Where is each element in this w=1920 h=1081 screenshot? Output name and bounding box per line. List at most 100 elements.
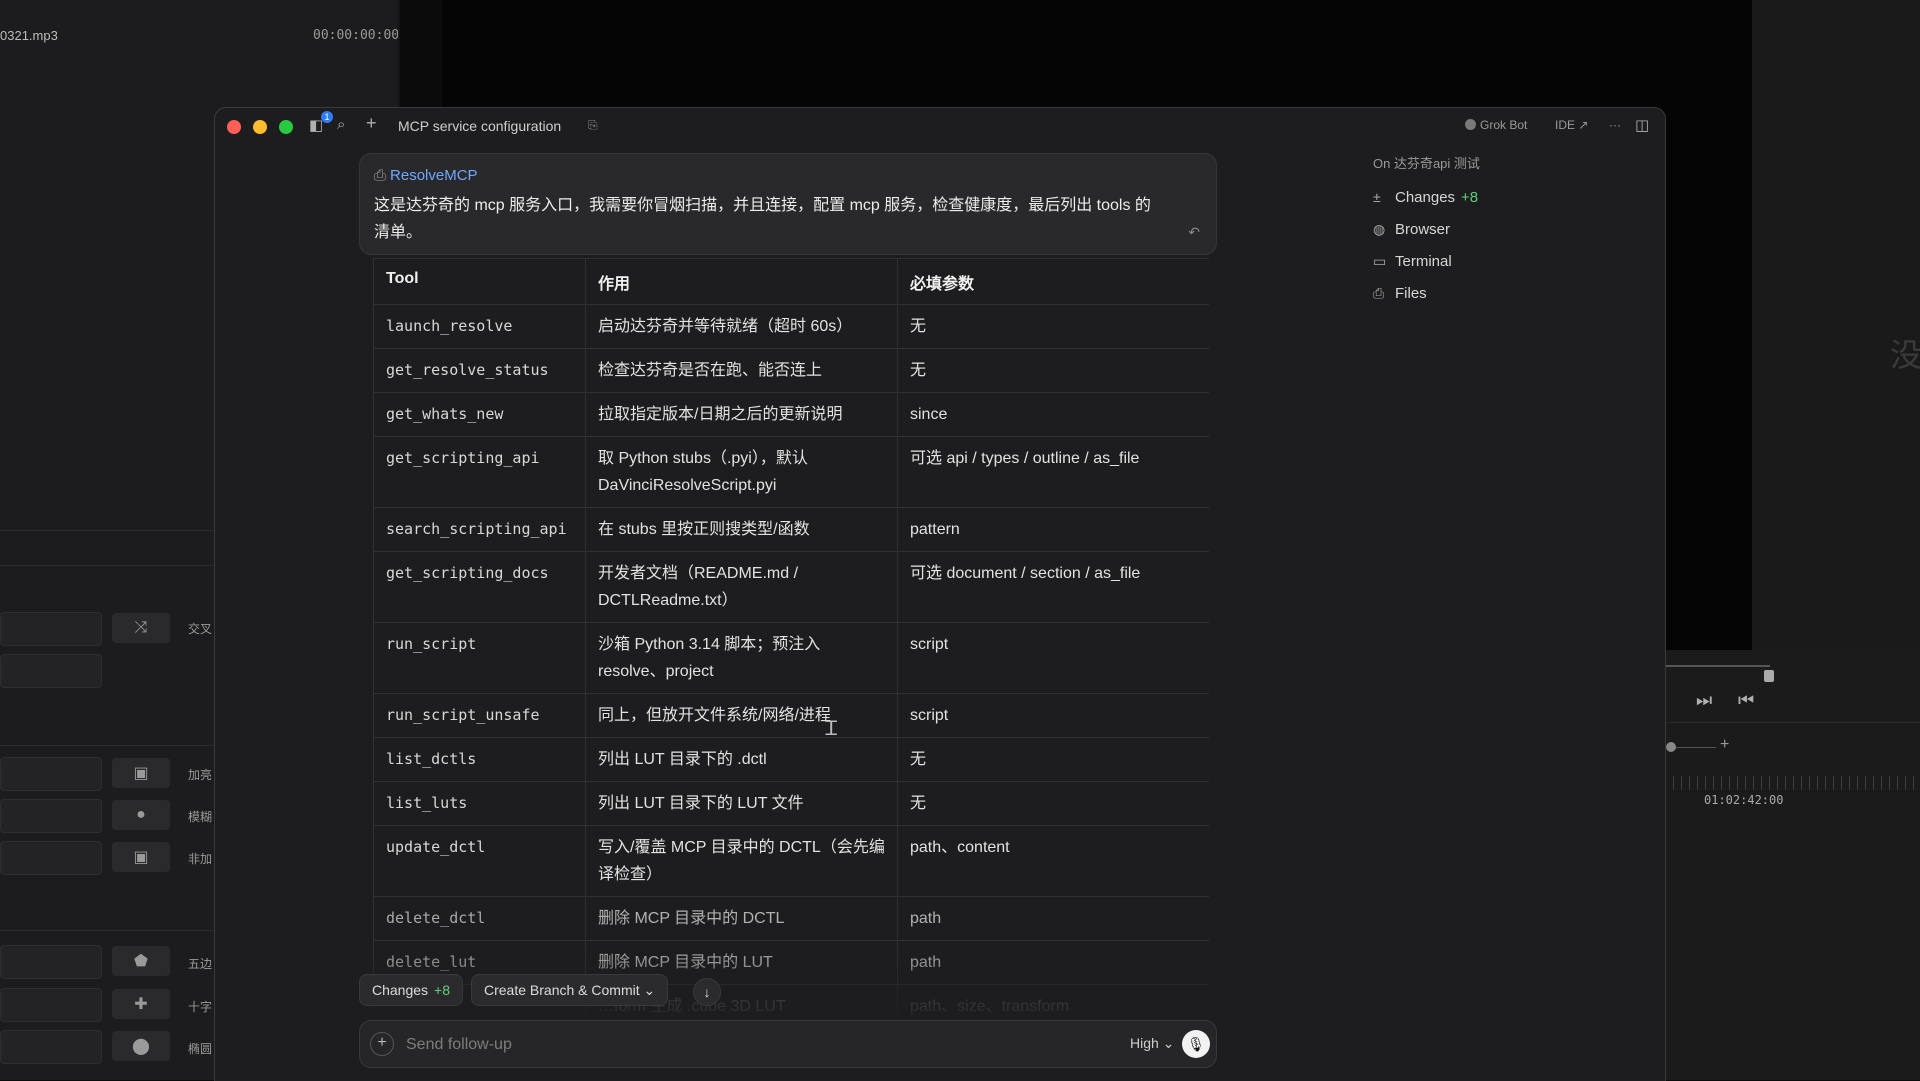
- effect-label: 非加: [188, 852, 213, 866]
- tool-required-params-cell: 无: [897, 781, 1209, 826]
- sidebar-item-label: Files: [1395, 284, 1427, 302]
- tool-name-cell: run_script: [373, 622, 586, 694]
- changes-count: +8: [1461, 188, 1479, 206]
- terminal-icon: ▭: [1373, 252, 1387, 269]
- non-additive-icon[interactable]: ▣: [112, 842, 170, 872]
- tool-purpose-cell: 拉取指定版本/日期之后的更新说明: [585, 392, 898, 437]
- more-options-button[interactable]: ···: [1609, 118, 1621, 132]
- file-icon: ⎙: [1373, 284, 1385, 301]
- window-title: MCP service configuration: [398, 118, 562, 134]
- text-cursor-icon: Ꮖ: [825, 718, 839, 740]
- tool-required-params-cell: 无: [897, 304, 1209, 349]
- tool-name-cell: get_resolve_status: [373, 348, 586, 393]
- sidebar-item-label: Terminal: [1395, 252, 1452, 270]
- zoom-window-button[interactable]: [279, 120, 293, 134]
- reasoning-effort-select[interactable]: High ⌄: [1130, 1035, 1174, 1052]
- table-row: run_script 沙箱 Python 3.14 脚本；预注入 resolve、…: [373, 622, 1209, 694]
- revert-icon[interactable]: ↶: [1188, 224, 1200, 241]
- tool-purpose-cell: 开发者文档（README.md / DCTLReadme.txt）: [585, 551, 898, 623]
- column-header-purpose: 作用: [585, 258, 898, 305]
- effect-slot[interactable]: [0, 654, 102, 688]
- sidebar-item-terminal[interactable]: ▭ Terminal: [1373, 245, 1633, 277]
- ellipse-icon[interactable]: ⬤: [112, 1031, 170, 1061]
- new-tab-icon[interactable]: +: [366, 113, 377, 134]
- window-title-icon[interactable]: ⎘: [588, 118, 598, 133]
- table-row: get_resolve_status 检查达芬奇是否在跑、能否连上无: [373, 348, 1209, 393]
- microphone-icon[interactable]: 🎙: [1182, 1030, 1210, 1058]
- tool-name-cell: get_scripting_api: [373, 436, 586, 508]
- add-attachment-icon[interactable]: +: [370, 1032, 394, 1056]
- tool-required-params-cell: since: [897, 392, 1209, 437]
- scrub-handle[interactable]: [1764, 670, 1774, 682]
- effect-slot[interactable]: [0, 799, 102, 833]
- tool-purpose-cell: 检查达芬奇是否在跑、能否连上: [585, 348, 898, 393]
- tool-name-cell: list_dctls: [373, 737, 586, 782]
- minimize-window-button[interactable]: [253, 120, 267, 134]
- zoom-slider-handle[interactable]: [1666, 742, 1676, 752]
- audio-file-name[interactable]: 0321.mp3: [0, 28, 58, 43]
- table-row: delete_dctl 删除 MCP 目录中的 DCTL path: [373, 896, 1209, 941]
- tool-required-params-cell: script: [897, 622, 1209, 694]
- close-window-button[interactable]: [227, 120, 241, 134]
- plus-minus-icon: ±: [1373, 189, 1381, 205]
- panel-divider: [0, 565, 215, 566]
- next-frame-icon[interactable]: ⏭: [1696, 690, 1712, 711]
- tool-purpose-cell: 列出 LUT 目录下的 .dctl: [585, 737, 898, 782]
- tool-purpose-cell: 删除 MCP 目录中的 DCTL: [585, 896, 898, 941]
- sidebar-item-changes[interactable]: ± Changes +8: [1373, 181, 1633, 213]
- context-chip-label: ResolveMCP: [390, 167, 478, 184]
- effect-slot[interactable]: [0, 757, 102, 791]
- timeline-ruler[interactable]: [1665, 776, 1920, 790]
- tool-required-params-cell: path: [897, 896, 1209, 941]
- prev-frame-icon[interactable]: ⏮: [1738, 690, 1754, 711]
- effect-slot[interactable]: [0, 1030, 102, 1064]
- tool-name-cell: run_script_unsafe: [373, 693, 586, 738]
- timeline-panel[interactable]: [1665, 650, 1920, 1080]
- cross-shape-icon[interactable]: ✚: [112, 989, 170, 1019]
- create-branch-commit-button[interactable]: Create Branch & Commit ⌄: [471, 974, 669, 1006]
- table-row: get_scripting_docs 开发者文档（README.md / DCTL…: [373, 551, 1209, 623]
- ide-button[interactable]: IDE ↗: [1555, 118, 1588, 132]
- effect-slot[interactable]: [0, 988, 102, 1022]
- context-chip[interactable]: ⎙ ResolveMCP: [374, 167, 478, 184]
- panel-toggle-icon[interactable]: ◫: [1635, 116, 1649, 134]
- globe-icon: ◍: [1373, 220, 1386, 237]
- timecode-readout: 00:00:00:00: [313, 28, 400, 43]
- effect-label: 十字: [188, 1000, 213, 1014]
- zoom-slider-track[interactable]: [1676, 747, 1716, 748]
- sidebar-item-files[interactable]: ⎙ Files: [1373, 277, 1633, 309]
- sidebar-item-browser[interactable]: ◍ Browser: [1373, 213, 1633, 245]
- zoom-in-icon[interactable]: +: [1720, 736, 1729, 754]
- effect-slot[interactable]: [0, 841, 102, 875]
- search-icon[interactable]: ⌕: [337, 116, 345, 133]
- effect-slot[interactable]: [0, 945, 102, 979]
- tool-required-params-cell: 可选 api / types / outline / as_file: [897, 436, 1209, 508]
- workspace-heading: On 达芬奇api 测试: [1373, 156, 1480, 171]
- cross-transition-icon[interactable]: ⤨: [112, 613, 170, 643]
- effect-label: 椭圆: [188, 1042, 213, 1056]
- table-row: search_scripting_api 在 stubs 里按正则搜类型/函数 pa…: [373, 507, 1209, 552]
- follow-up-input[interactable]: [404, 1031, 1008, 1059]
- scrub-bar[interactable]: [1665, 665, 1770, 667]
- tool-required-params-cell: script: [897, 693, 1209, 738]
- panel-divider: [0, 530, 215, 531]
- scroll-down-icon[interactable]: ↓: [693, 978, 721, 1006]
- timeline-divider: [1665, 722, 1920, 723]
- blur-drop-icon[interactable]: ●: [112, 800, 170, 830]
- effect-slot[interactable]: [0, 612, 102, 646]
- additive-dissolve-icon[interactable]: ▣: [112, 758, 170, 788]
- tool-required-params-cell: path、size、transform: [897, 984, 1209, 1015]
- agent-window: ◧ 1 ⌕ + MCP service configuration ⎘ Grok…: [214, 107, 1666, 1081]
- grok-bot-button[interactable]: Grok Bot: [1465, 118, 1527, 132]
- table-row: list_dctls 列出 LUT 目录下的 .dctl 无: [373, 737, 1209, 782]
- table-header-row: Tool 作用 必填参数: [373, 258, 1209, 305]
- tool-purpose-cell: 沙箱 Python 3.14 脚本；预注入 resolve、project: [585, 622, 898, 694]
- tool-required-params-cell: 可选 document / section / as_file: [897, 551, 1209, 623]
- pentagon-icon[interactable]: ⬟: [112, 946, 170, 976]
- tool-name-cell: get_whats_new: [373, 392, 586, 437]
- table-row: list_luts 列出 LUT 目录下的 LUT 文件无: [373, 781, 1209, 826]
- tool-purpose-cell: 启动达芬奇并等待就绪（超时 60s）: [585, 304, 898, 349]
- changes-chip[interactable]: Changes +8: [359, 974, 464, 1006]
- follow-up-composer: + High ⌄ 🎙: [359, 1020, 1217, 1068]
- tools-table: Tool 作用 必填参数 launch_resolve 启动达芬奇并等待就绪（超时…: [373, 258, 1209, 1015]
